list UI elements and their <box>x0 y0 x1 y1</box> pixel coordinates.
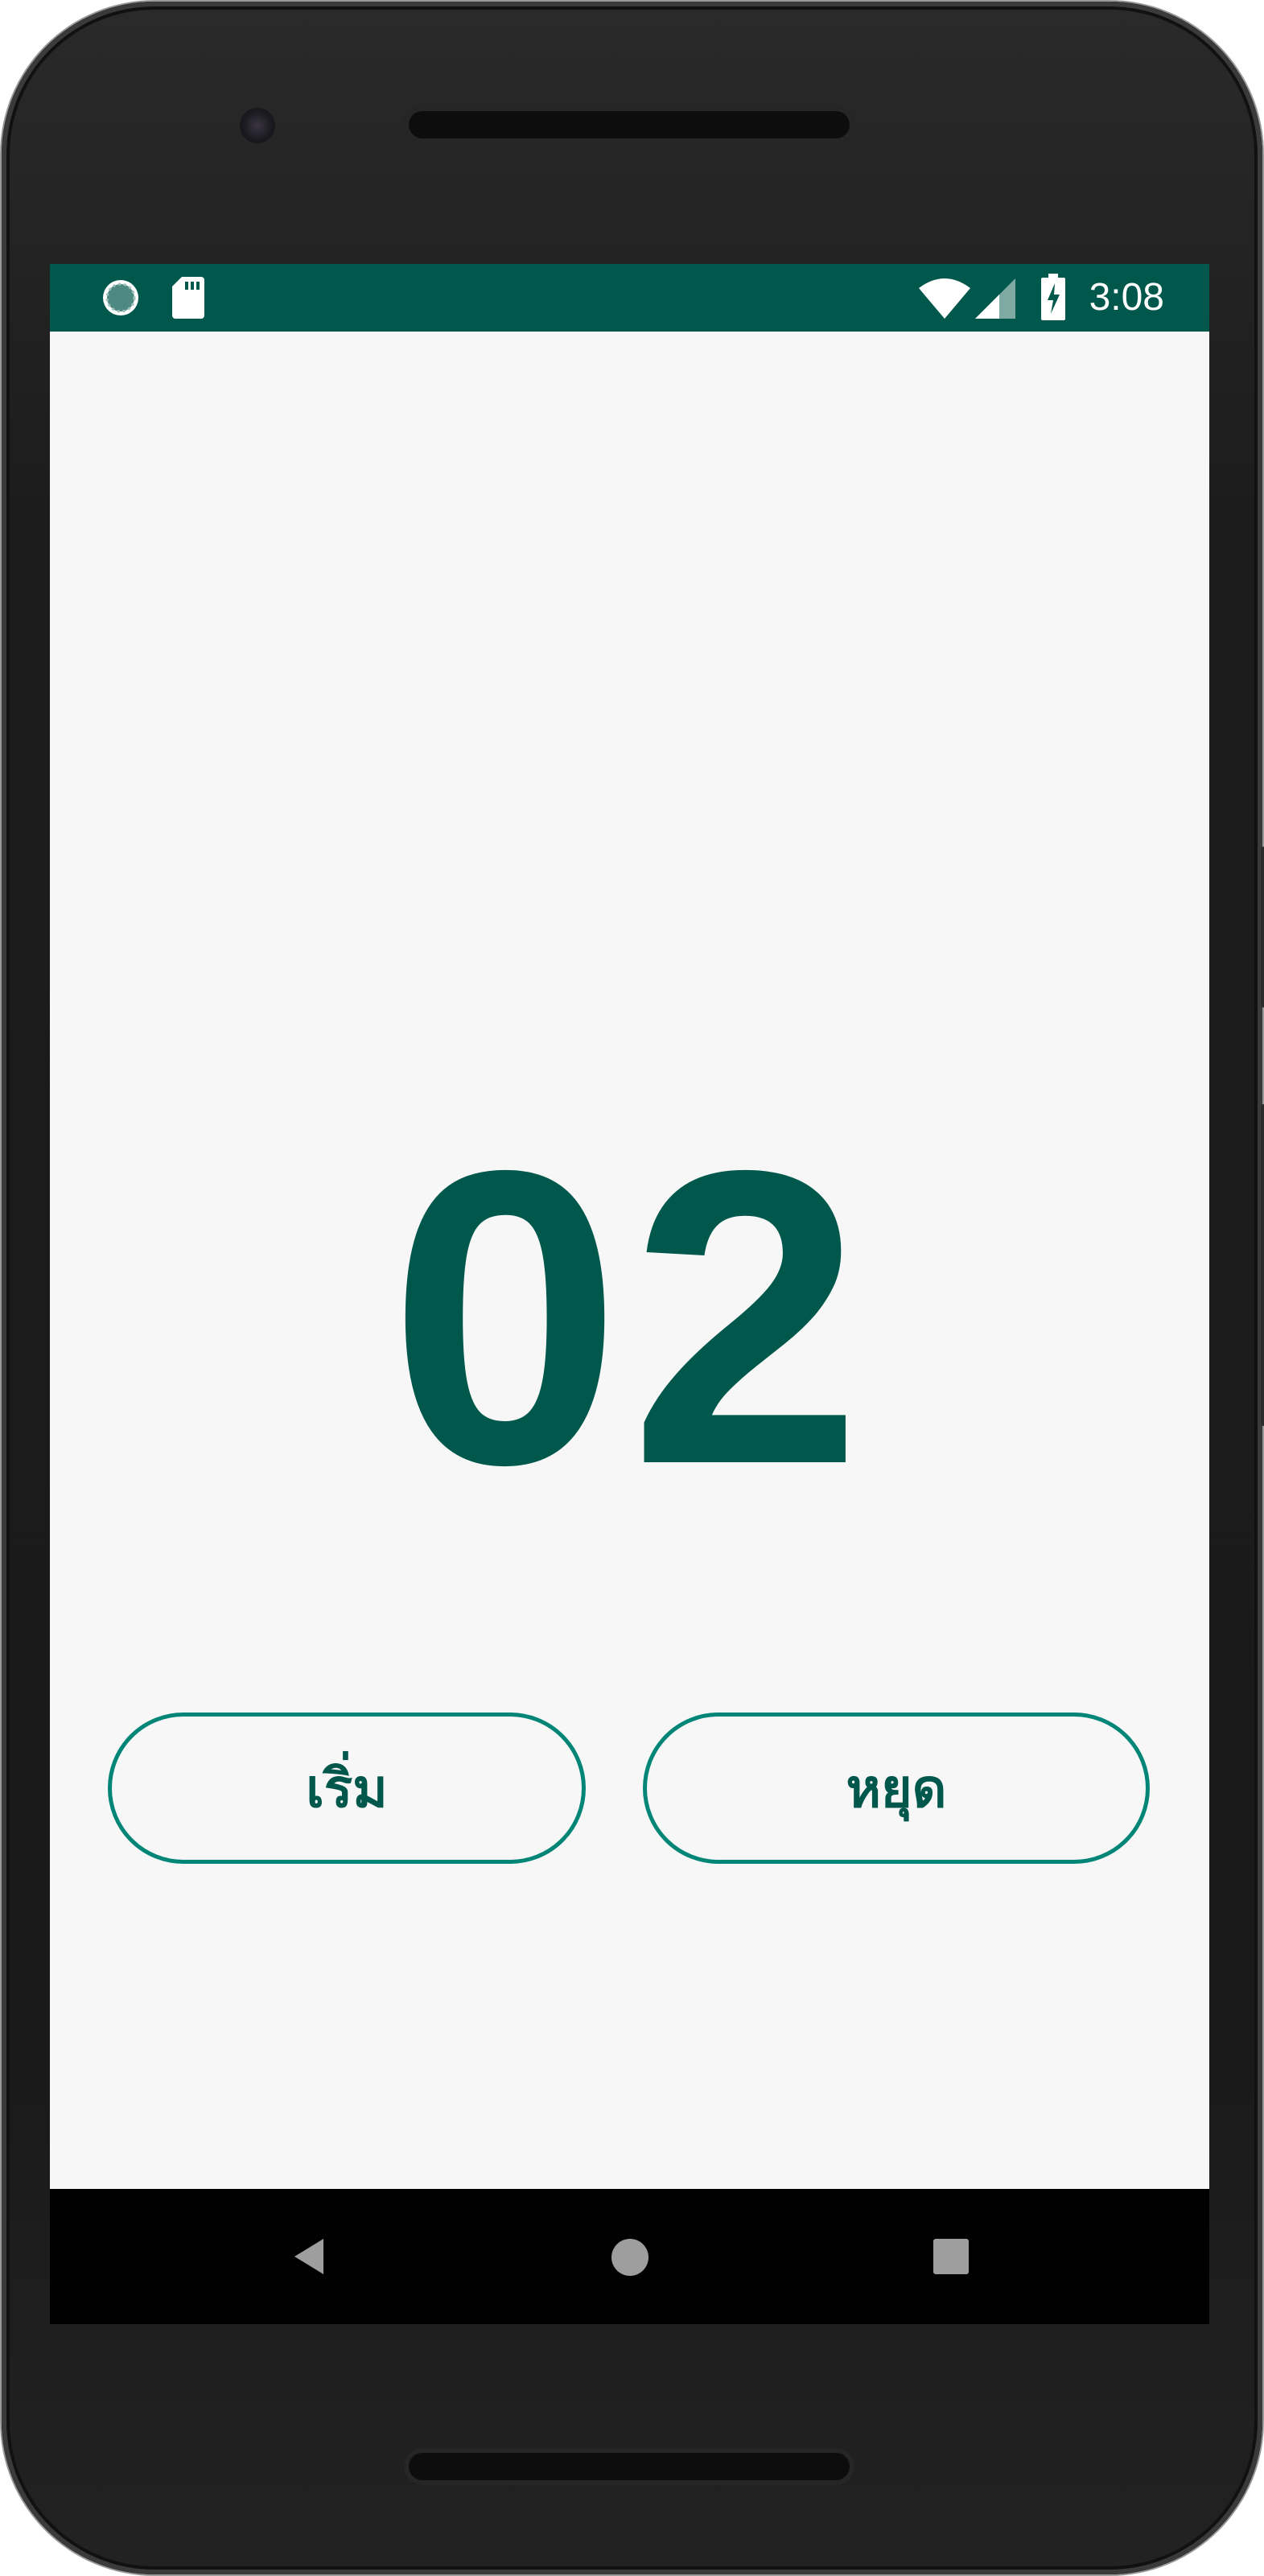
sd-card-icon <box>172 277 204 322</box>
bottom-speaker <box>404 2448 854 2485</box>
volume-button <box>1261 1104 1264 1426</box>
power-button <box>1261 847 1264 1008</box>
navigation-bar <box>50 2189 1209 2324</box>
stop-button[interactable]: หยุด <box>643 1713 1150 1864</box>
status-time: 3:08 <box>1089 276 1164 319</box>
recents-icon[interactable] <box>933 2239 969 2277</box>
start-button[interactable]: เริ่ม <box>108 1713 586 1864</box>
cell-signal-icon <box>975 278 1015 322</box>
screen: 3:08 02 เริ่ม หยุด <box>50 264 1209 2324</box>
wifi-icon <box>919 278 970 324</box>
top-speaker <box>404 106 854 143</box>
front-camera <box>240 108 275 143</box>
back-icon[interactable] <box>291 2237 330 2279</box>
battery-charging-icon <box>1041 274 1065 324</box>
status-bar: 3:08 <box>50 264 1209 332</box>
sync-icon <box>101 278 140 320</box>
counter-display: 02 <box>389 1084 871 1552</box>
home-icon[interactable] <box>610 2237 650 2281</box>
